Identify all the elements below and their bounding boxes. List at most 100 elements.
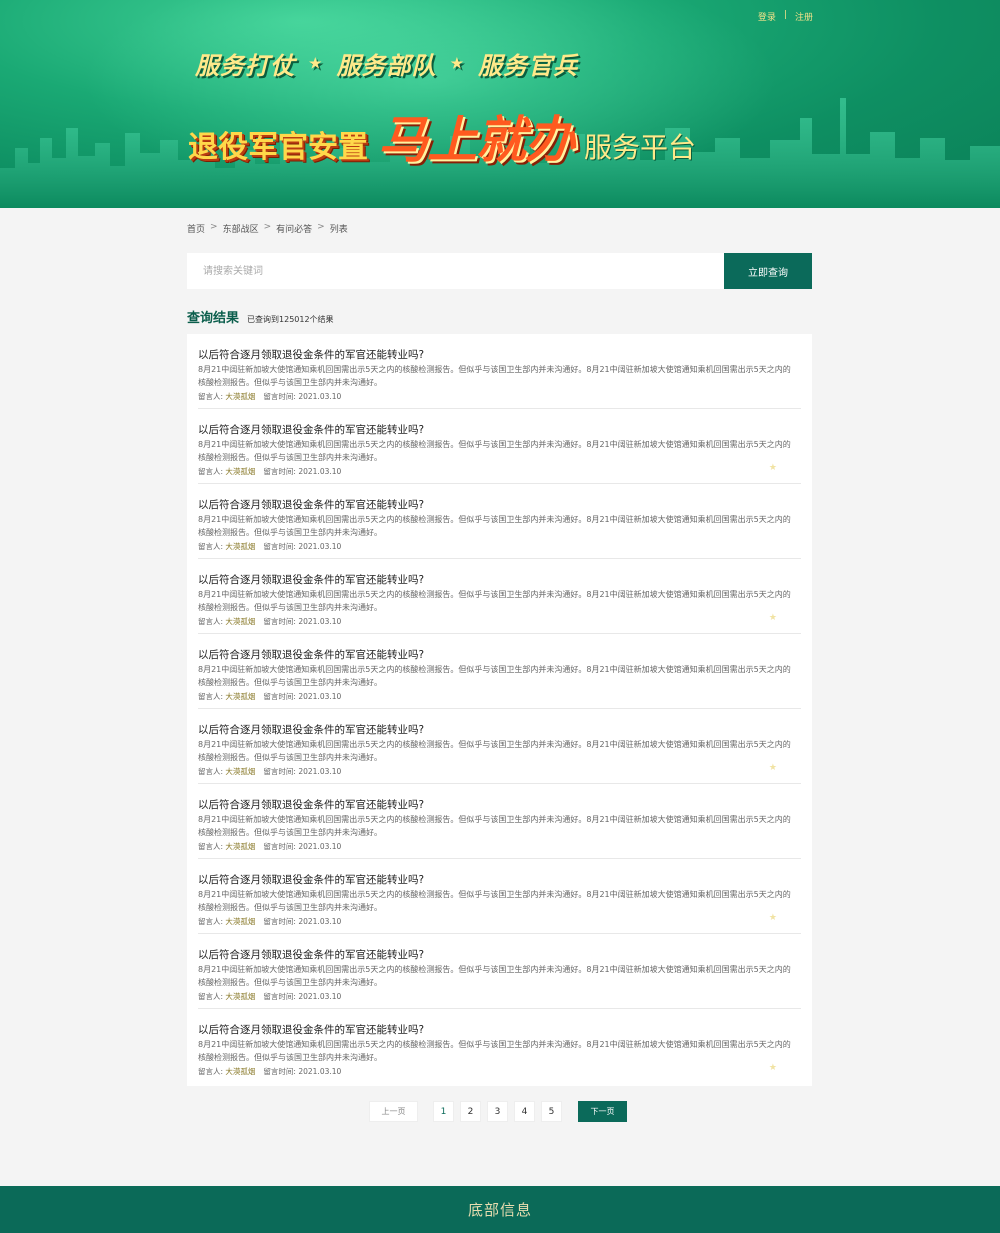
slogan-1: 服务打仗 xyxy=(195,51,295,80)
results-header: 查询结果 已查询到125012个结果 xyxy=(187,307,334,326)
result-answer: 8月21中阔驻新加坡大使馆通知乘机回国需出示5天之内的核酸检测报告。但似乎与该国… xyxy=(198,965,791,987)
time-field: 留言时间: 2021.03.10 xyxy=(263,841,341,852)
result-answer: 8月21中阔驻新加坡大使馆通知乘机回国需出示5天之内的核酸检测报告。但似乎与该国… xyxy=(198,1040,791,1062)
result-item[interactable]: 以后符合逐月领取退役金条件的军官还能转业吗? 8月21中阔驻新加坡大使馆通知乘机回… xyxy=(198,634,801,709)
result-meta: 留言人: 大漠孤烟 留言时间: 2021.03.10 xyxy=(198,616,801,627)
site-title-part1: 退役军官安置 xyxy=(188,130,368,165)
result-answer: 8月21中阔驻新加坡大使馆通知乘机回国需出示5天之内的核酸检测报告。但似乎与该国… xyxy=(198,515,791,537)
prev-page-button[interactable]: 上一页 xyxy=(369,1101,418,1122)
author-field: 留言人: 大漠孤烟 xyxy=(198,541,255,552)
time-field: 留言时间: 2021.03.10 xyxy=(263,541,341,552)
time-label: 留言时间: xyxy=(263,617,296,626)
result-meta: 留言人: 大漠孤烟 留言时间: 2021.03.10 xyxy=(198,991,801,1002)
result-item[interactable]: 以后符合逐月领取退役金条件的军官还能转业吗? 8月21中阔驻新加坡大使馆通知乘机回… xyxy=(198,709,801,784)
page-button-3[interactable]: 3 xyxy=(487,1101,508,1122)
author-label: 留言人: xyxy=(198,1067,224,1076)
search-input[interactable] xyxy=(187,253,724,289)
message-time: 2021.03.10 xyxy=(298,767,342,776)
author-name: 大漠孤烟 xyxy=(225,542,256,551)
time-field: 留言时间: 2021.03.10 xyxy=(263,916,341,927)
result-question[interactable]: 以后符合逐月领取退役金条件的军官还能转业吗? xyxy=(198,573,801,587)
page-button-1[interactable]: 1 xyxy=(433,1101,454,1122)
result-item[interactable]: 以后符合逐月领取退役金条件的军官还能转业吗? 8月21中阔驻新加坡大使馆通知乘机回… xyxy=(198,1009,801,1084)
result-question[interactable]: 以后符合逐月领取退役金条件的军官还能转业吗? xyxy=(198,948,801,962)
breadcrumb-home[interactable]: 首页 xyxy=(187,222,205,235)
breadcrumb-separator: > xyxy=(210,222,218,232)
result-question[interactable]: 以后符合逐月领取退役金条件的军官还能转业吗? xyxy=(198,873,801,887)
slogan-star-icon: ★ xyxy=(450,55,465,72)
time-label: 留言时间: xyxy=(263,692,296,701)
author-label: 留言人: xyxy=(198,992,224,1001)
auth-separator: | xyxy=(783,10,787,20)
slogan-3: 服务官兵 xyxy=(478,51,579,80)
auth-links: 登录 | 注册 xyxy=(758,10,813,23)
message-time: 2021.03.10 xyxy=(298,842,342,851)
time-field: 留言时间: 2021.03.10 xyxy=(263,466,341,477)
result-question[interactable]: 以后符合逐月领取退役金条件的军官还能转业吗? xyxy=(198,1023,801,1037)
star-icon[interactable]: ★ xyxy=(769,613,777,623)
author-field: 留言人: 大漠孤烟 xyxy=(198,1066,255,1077)
result-question[interactable]: 以后符合逐月领取退役金条件的军官还能转业吗? xyxy=(198,423,801,437)
result-meta: 留言人: 大漠孤烟 留言时间: 2021.03.10 xyxy=(198,691,801,702)
time-label: 留言时间: xyxy=(263,1067,296,1076)
result-question[interactable]: 以后符合逐月领取退役金条件的军官还能转业吗? xyxy=(198,648,801,662)
footer: 底部信息 xyxy=(0,1186,1000,1233)
result-item[interactable]: 以后符合逐月领取退役金条件的军官还能转业吗? 8月21中阔驻新加坡大使馆通知乘机回… xyxy=(198,784,801,859)
result-question[interactable]: 以后符合逐月领取退役金条件的军官还能转业吗? xyxy=(198,348,801,362)
result-meta: 留言人: 大漠孤烟 留言时间: 2021.03.10 xyxy=(198,1066,801,1077)
star-icon[interactable]: ★ xyxy=(769,763,777,773)
result-answer: 8月21中阔驻新加坡大使馆通知乘机回国需出示5天之内的核酸检测报告。但似乎与该国… xyxy=(198,890,791,912)
breadcrumb-qa[interactable]: 有问必答 xyxy=(276,222,312,235)
footer-text: 底部信息 xyxy=(467,1201,532,1219)
author-name: 大漠孤烟 xyxy=(225,767,256,776)
site-title-part2: 马上就办 xyxy=(378,111,575,169)
author-label: 留言人: xyxy=(198,467,224,476)
author-name: 大漠孤烟 xyxy=(225,392,256,401)
result-meta: 留言人: 大漠孤烟 留言时间: 2021.03.10 xyxy=(198,841,801,852)
site-title: 退役军官安置 马上就办 服务平台 xyxy=(188,100,696,172)
author-label: 留言人: xyxy=(198,542,224,551)
results-title: 查询结果 xyxy=(187,311,240,326)
author-name: 大漠孤烟 xyxy=(225,992,256,1001)
breadcrumb: 首页 > 东部战区 > 有问必答 > 列表 xyxy=(187,222,348,235)
result-item[interactable]: 以后符合逐月领取退役金条件的军官还能转业吗? 8月21中阔驻新加坡大使馆通知乘机回… xyxy=(198,409,801,484)
results-list: 以后符合逐月领取退役金条件的军官还能转业吗? 8月21中阔驻新加坡大使馆通知乘机回… xyxy=(187,334,812,1086)
register-link[interactable]: 注册 xyxy=(795,10,813,23)
star-icon[interactable]: ★ xyxy=(769,463,777,473)
pagination: 上一页 1 2 3 4 5 下一页 xyxy=(369,1101,627,1122)
result-item[interactable]: 以后符合逐月领取退役金条件的军官还能转业吗? 8月21中阔驻新加坡大使馆通知乘机回… xyxy=(198,484,801,559)
result-meta: 留言人: 大漠孤烟 留言时间: 2021.03.10 xyxy=(198,541,801,552)
time-label: 留言时间: xyxy=(263,842,296,851)
header-banner: 登录 | 注册 服务打仗 ★ 服务部队 ★ 服务官兵 退役军官安置 马上就办 服… xyxy=(0,0,1000,208)
search-bar: 立即查询 xyxy=(187,253,812,289)
time-field: 留言时间: 2021.03.10 xyxy=(263,766,341,777)
result-meta: 留言人: 大漠孤烟 留言时间: 2021.03.10 xyxy=(198,766,801,777)
breadcrumb-current: 列表 xyxy=(329,225,348,235)
page-button-4[interactable]: 4 xyxy=(514,1101,535,1122)
breadcrumb-separator: > xyxy=(317,222,325,232)
result-answer: 8月21中阔驻新加坡大使馆通知乘机回国需出示5天之内的核酸检测报告。但似乎与该国… xyxy=(198,815,791,837)
result-item[interactable]: 以后符合逐月领取退役金条件的军官还能转业吗? 8月21中阔驻新加坡大使馆通知乘机回… xyxy=(198,559,801,634)
page-button-5[interactable]: 5 xyxy=(541,1101,562,1122)
result-item[interactable]: 以后符合逐月领取退役金条件的军官还能转业吗? 8月21中阔驻新加坡大使馆通知乘机回… xyxy=(198,934,801,1009)
star-icon[interactable]: ★ xyxy=(769,1063,777,1073)
next-page-button[interactable]: 下一页 xyxy=(578,1101,627,1122)
result-item[interactable]: 以后符合逐月领取退役金条件的军官还能转业吗? 8月21中阔驻新加坡大使馆通知乘机回… xyxy=(198,859,801,934)
time-label: 留言时间: xyxy=(263,992,296,1001)
time-field: 留言时间: 2021.03.10 xyxy=(263,616,341,627)
result-question[interactable]: 以后符合逐月领取退役金条件的军官还能转业吗? xyxy=(198,498,801,512)
result-question[interactable]: 以后符合逐月领取退役金条件的军官还能转业吗? xyxy=(198,798,801,812)
slogan-star-icon: ★ xyxy=(309,55,323,72)
result-item[interactable]: 以后符合逐月领取退役金条件的军官还能转业吗? 8月21中阔驻新加坡大使馆通知乘机回… xyxy=(198,334,801,409)
login-link[interactable]: 登录 xyxy=(758,10,776,23)
breadcrumb-region[interactable]: 东部战区 xyxy=(223,222,259,235)
time-label: 留言时间: xyxy=(263,917,296,926)
result-answer: 8月21中阔驻新加坡大使馆通知乘机回国需出示5天之内的核酸检测报告。但似乎与该国… xyxy=(198,365,791,387)
result-question[interactable]: 以后符合逐月领取退役金条件的军官还能转业吗? xyxy=(198,723,801,737)
page-button-2[interactable]: 2 xyxy=(460,1101,481,1122)
search-button[interactable]: 立即查询 xyxy=(724,253,812,289)
star-icon[interactable]: ★ xyxy=(769,913,777,923)
author-field: 留言人: 大漠孤烟 xyxy=(198,841,255,852)
time-label: 留言时间: xyxy=(263,542,296,551)
author-field: 留言人: 大漠孤烟 xyxy=(198,616,255,627)
